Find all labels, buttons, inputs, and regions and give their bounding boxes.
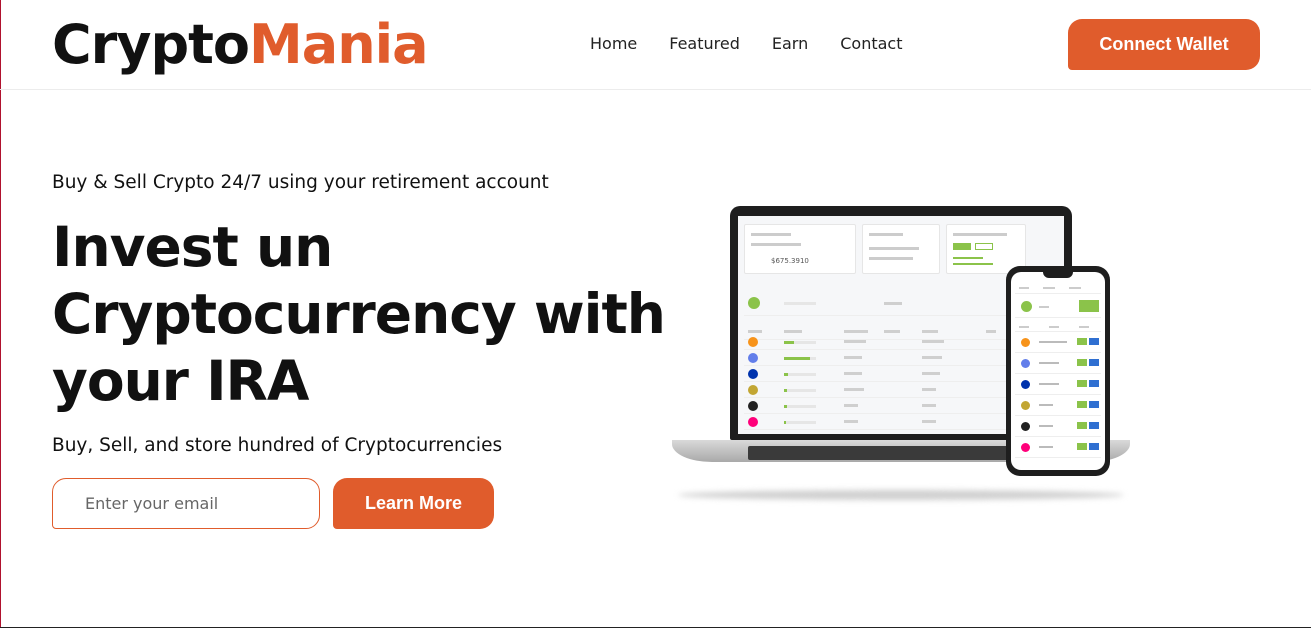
nav-earn[interactable]: Earn bbox=[772, 33, 808, 55]
device-illustration: $675.3910 bbox=[672, 200, 1132, 510]
phone bbox=[1006, 266, 1110, 476]
phone-screen bbox=[1011, 272, 1105, 470]
logo-part-1: Crypto bbox=[52, 13, 250, 76]
learn-more-button[interactable]: Learn More bbox=[333, 478, 494, 529]
hero-title: Invest un Cryptocurrency with your IRA bbox=[52, 215, 666, 413]
hero-subtitle: Buy, Sell, and store hundred of Cryptocu… bbox=[52, 435, 503, 456]
nav-contact[interactable]: Contact bbox=[840, 33, 902, 55]
referral-card bbox=[862, 224, 940, 274]
logo-part-2: Mania bbox=[249, 13, 429, 76]
nav-featured[interactable]: Featured bbox=[669, 33, 740, 55]
main-nav: Home Featured Earn Contact bbox=[590, 33, 934, 55]
page-left-border bbox=[0, 0, 1, 628]
site-header: CryptoMania Home Featured Earn Contact C… bbox=[0, 0, 1311, 90]
connect-wallet-button[interactable]: Connect Wallet bbox=[1068, 19, 1260, 70]
hero-eyebrow: Buy & Sell Crypto 24/7 using your retire… bbox=[52, 172, 549, 193]
account-card: $675.3910 bbox=[744, 224, 856, 274]
email-input[interactable] bbox=[52, 478, 320, 529]
logo[interactable]: CryptoMania bbox=[52, 10, 429, 80]
portfolio-value: $675.3910 bbox=[771, 257, 809, 265]
nav-home[interactable]: Home bbox=[590, 33, 637, 55]
laptop-shadow bbox=[678, 490, 1124, 500]
